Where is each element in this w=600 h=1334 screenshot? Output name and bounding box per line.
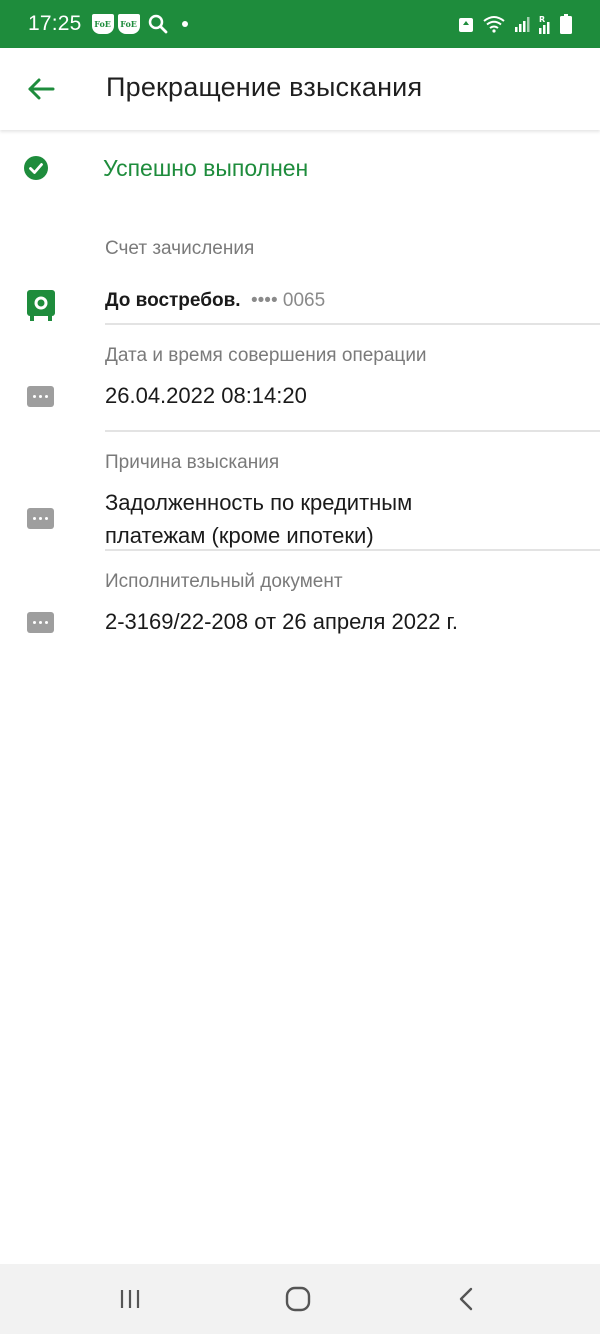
reason-label: Причина взыскания: [105, 452, 280, 473]
document-value: 2-3169/22-208 от 26 апреля 2022 г.: [105, 609, 459, 634]
divider: [105, 430, 600, 432]
foe-app-icon: FoE: [91, 14, 114, 34]
home-button[interactable]: [278, 1284, 318, 1314]
app-bar: Прекращение взыскания: [0, 48, 600, 130]
page-title: Прекращение взыскания: [106, 72, 423, 102]
system-nav-bar: [0, 1264, 600, 1334]
status-bar: 17:25 FoE FoE R: [0, 0, 600, 48]
datetime-label: Дата и время совершения операции: [105, 345, 427, 366]
reason-line-1: Задолженность по кредитным: [105, 490, 413, 515]
document-label: Исполнительный документ: [105, 571, 343, 592]
battery-icon: [560, 14, 572, 34]
svg-text:R: R: [539, 15, 545, 24]
back-nav-button[interactable]: [446, 1284, 486, 1314]
divider: [105, 323, 600, 325]
arrow-left-icon: [28, 78, 55, 100]
check-circle-icon: [24, 156, 48, 180]
more-icon: [27, 386, 54, 407]
more-icon: [27, 508, 54, 529]
home-icon: [285, 1286, 311, 1312]
notification-dot-icon: [181, 21, 188, 27]
foe-app-icon: FoE: [117, 14, 140, 34]
back-button[interactable]: [22, 70, 60, 108]
datetime-value: 26.04.2022 08:14:20: [105, 383, 307, 408]
signal-icon: [515, 17, 530, 32]
status-text: Успешно выполнен: [103, 155, 309, 181]
safe-icon: [27, 290, 55, 321]
more-icon: [27, 612, 54, 633]
status-time: 17:25: [28, 12, 82, 35]
divider: [105, 549, 600, 551]
wifi-icon: [483, 16, 505, 33]
account-label: Счет зачисления: [105, 238, 255, 259]
recent-apps-button[interactable]: [110, 1284, 150, 1314]
account-name: До востребов.: [105, 290, 241, 311]
search-icon: [148, 14, 167, 34]
recent-apps-icon: [120, 1290, 140, 1308]
account-mask: •••• 0065: [251, 290, 326, 311]
recycle-icon: [459, 18, 473, 32]
status-right-icons: R: [458, 14, 572, 34]
account-value[interactable]: До востребов. •••• 0065: [105, 290, 325, 312]
reason-line-2: платежам (кроме ипотеки): [105, 523, 374, 548]
signal-roaming-icon: R: [539, 15, 550, 34]
chevron-left-icon: [459, 1287, 473, 1311]
